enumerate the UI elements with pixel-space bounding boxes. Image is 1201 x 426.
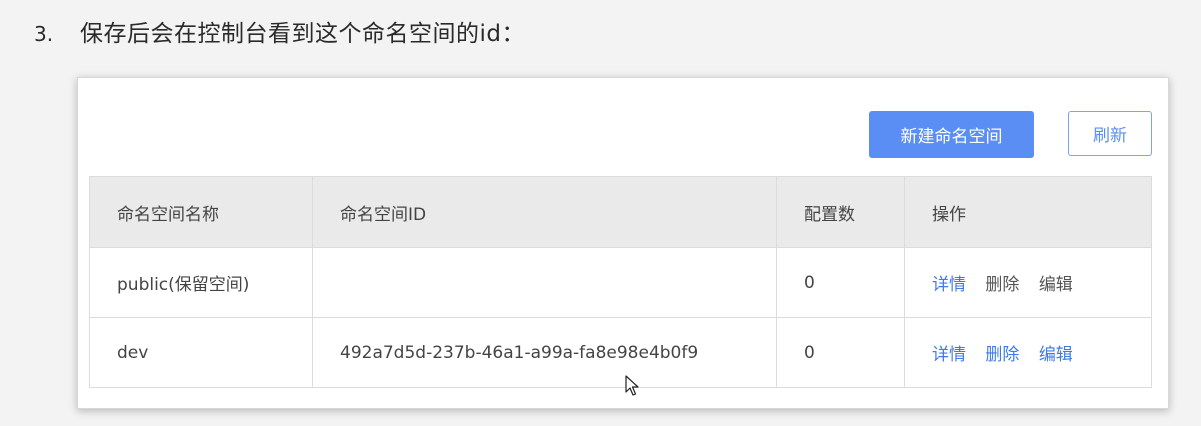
detail-link[interactable]: 详情 bbox=[932, 345, 966, 365]
config-count-cell: 0 bbox=[776, 247, 905, 318]
step-instruction: 3. 保存后会在控制台看到这个命名空间的id： bbox=[34, 14, 525, 48]
header-namespace-id: 命名空间ID bbox=[312, 176, 777, 248]
delete-link[interactable]: 删除 bbox=[985, 345, 1019, 365]
delete-link: 删除 bbox=[985, 275, 1020, 295]
step-text: 保存后会在控制台看到这个命名空间的id： bbox=[80, 21, 525, 47]
mouse-pointer-icon bbox=[625, 375, 639, 396]
table-header-row: 命名空间名称 命名空间ID 配置数 操作 bbox=[89, 176, 1152, 248]
operations-cell: 详情 删除 编辑 bbox=[904, 247, 1152, 318]
header-config-count: 配置数 bbox=[776, 176, 905, 248]
namespace-panel: 新建命名空间 刷新 命名空间名称 命名空间ID 配置数 操作 public(保留… bbox=[77, 77, 1169, 409]
namespace-id-cell bbox=[312, 247, 777, 318]
operations-cell: 详情 删除 编辑 bbox=[904, 317, 1152, 388]
edit-link[interactable]: 编辑 bbox=[1039, 345, 1073, 365]
detail-link[interactable]: 详情 bbox=[932, 275, 966, 295]
edit-link: 编辑 bbox=[1038, 275, 1073, 295]
refresh-button[interactable]: 刷新 bbox=[1068, 111, 1152, 156]
table-row: dev 492a7d5d-237b-46a1-a99a-fa8e98e4b0f9… bbox=[89, 317, 1152, 388]
config-count-cell: 0 bbox=[776, 317, 905, 388]
namespace-table: 命名空间名称 命名空间ID 配置数 操作 public(保留空间) 0 详情 删… bbox=[89, 176, 1152, 388]
header-namespace-name: 命名空间名称 bbox=[89, 176, 313, 248]
new-namespace-button[interactable]: 新建命名空间 bbox=[869, 111, 1034, 158]
step-number: 3. bbox=[34, 22, 54, 46]
namespace-id-cell: 492a7d5d-237b-46a1-a99a-fa8e98e4b0f9 bbox=[312, 317, 777, 388]
namespace-name-cell: dev bbox=[89, 317, 313, 388]
header-operations: 操作 bbox=[904, 176, 1152, 248]
table-row: public(保留空间) 0 详情 删除 编辑 bbox=[89, 247, 1152, 318]
namespace-name-cell: public(保留空间) bbox=[89, 247, 313, 318]
